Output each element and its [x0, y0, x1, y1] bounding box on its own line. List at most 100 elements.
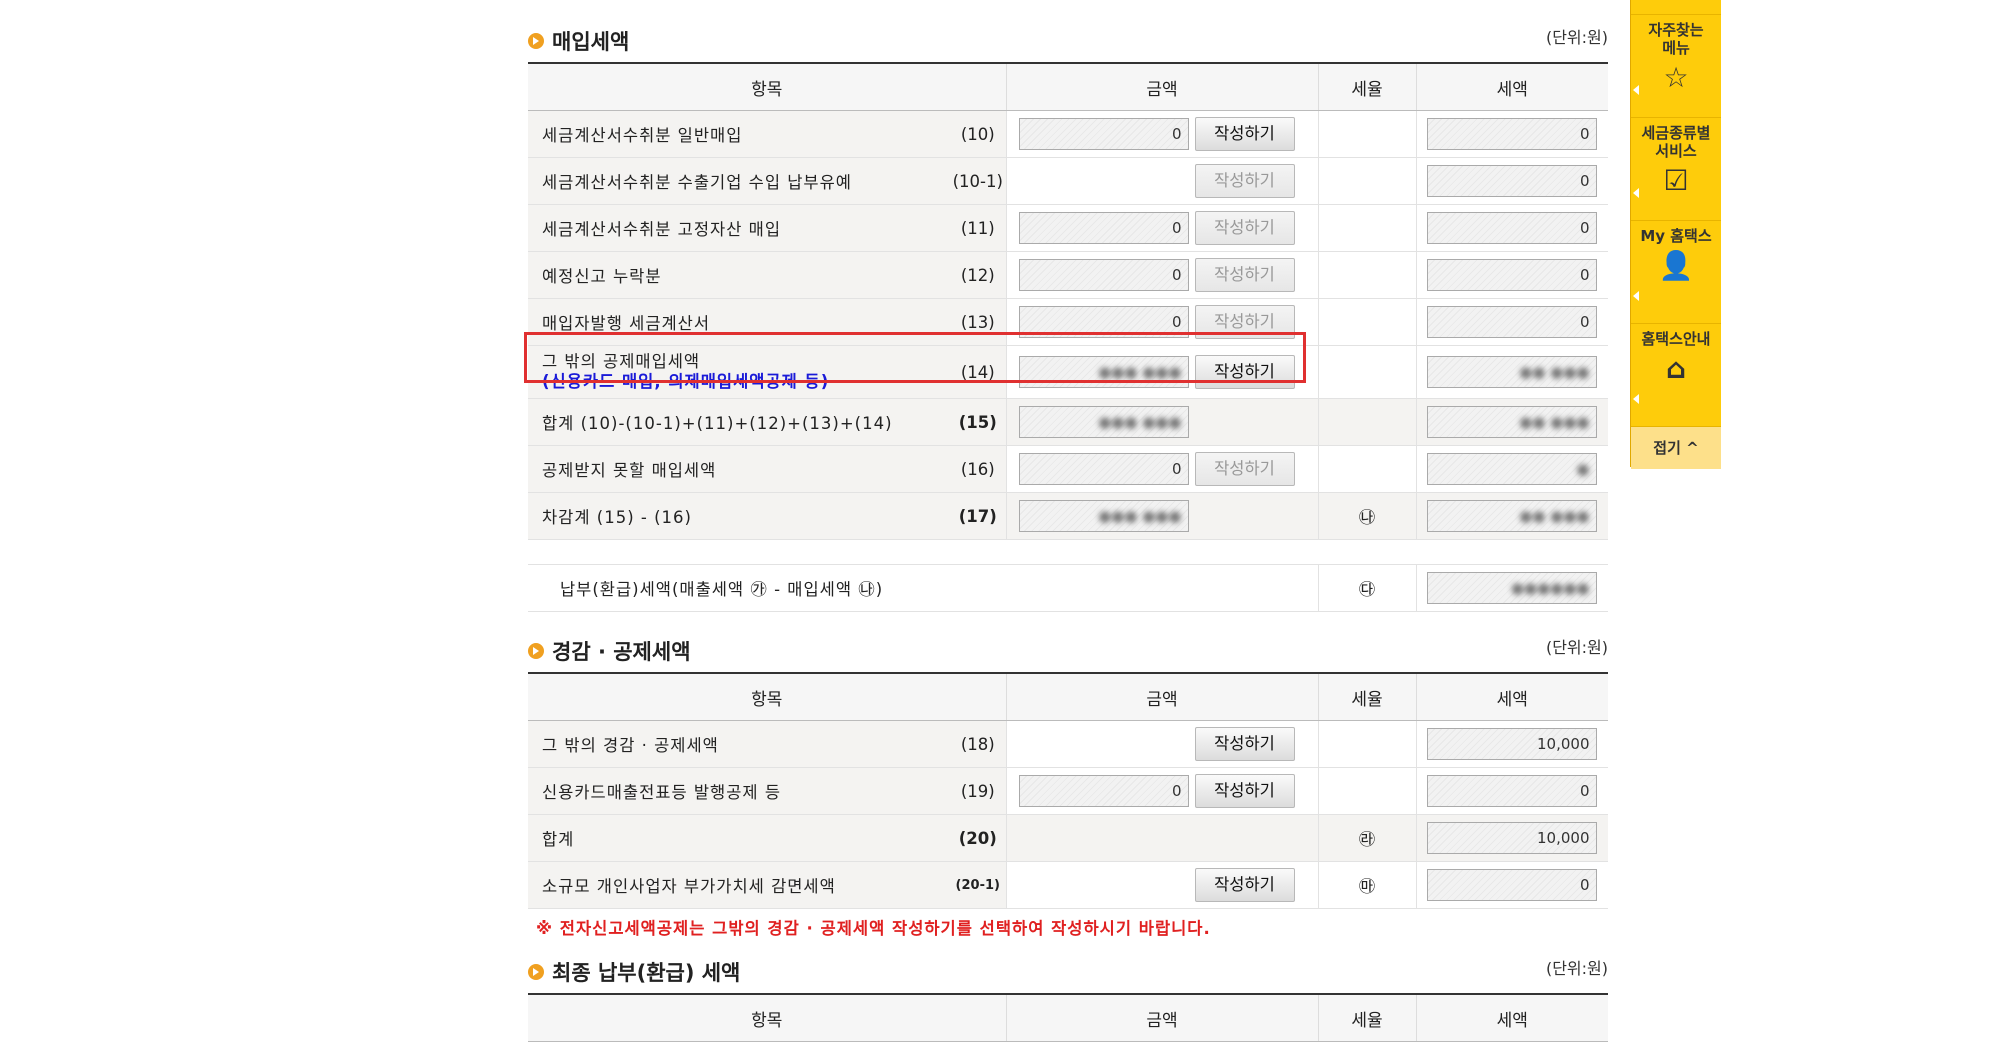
bullet-icon	[528, 964, 544, 980]
person-icon: 👤	[1658, 249, 1694, 282]
write-button[interactable]: 작성하기	[1194, 355, 1295, 389]
row-number: (11)	[950, 204, 1006, 252]
unit-label: (단위:원)	[1545, 28, 1608, 47]
amount-field[interactable]: 0	[1018, 775, 1189, 807]
bullet-icon	[528, 33, 544, 49]
row-label: 예정신고 누락분	[528, 251, 950, 299]
header-rate: 세율	[1317, 63, 1416, 111]
sidebar-item-tax-services[interactable]: 세금종류별 서비스 ☑	[1631, 118, 1721, 221]
quick-menu-sidebar: 자주찾는 메뉴 ☆ 세금종류별 서비스 ☑ My 홈택스 👤 홈택스안내 ⌂ 접…	[1630, 0, 1721, 469]
row-label: 합계	[528, 814, 950, 862]
table-row: 매입자발행 세금계산서 (13) 0 작성하기 0	[528, 298, 1608, 346]
tax-field[interactable]: 0	[1426, 259, 1597, 291]
rate-cell	[1317, 298, 1416, 346]
rate-cell	[1317, 767, 1416, 815]
row-label: 차감계 (15) - (16)	[528, 492, 950, 540]
amount-field[interactable]: ●●● ●●●	[1018, 356, 1189, 388]
section-header-final: 최종 납부(환급) 세액 (단위:원)	[528, 953, 1608, 987]
tax-field[interactable]: 0	[1426, 775, 1597, 807]
tax-field[interactable]: ●● ●●●	[1426, 356, 1597, 388]
row-label: 세금계산서수취분 고정자산 매입	[528, 204, 950, 252]
tax-field[interactable]: 0	[1426, 165, 1597, 197]
table-row: 세금계산서수취분 수출기업 수입 납부유예 (10-1) 작성하기 0	[528, 157, 1608, 205]
sidebar-item-hometax-guide[interactable]: 홈택스안내 ⌂	[1631, 324, 1721, 427]
final-tax-table: 항목 금액 세율 세액	[528, 993, 1608, 1042]
header-amount: 금액	[1005, 63, 1318, 111]
table-row-other-deduction: 그 밖의 공제매입세액 (신용카드 매입, 의제매입세액공제 등) (14) ●…	[528, 345, 1608, 399]
header-rate: 세율	[1317, 994, 1416, 1042]
fold-button[interactable]: 접기 ^	[1631, 427, 1721, 469]
table-row: 그 밖의 경감 · 공제세액 (18) 작성하기 10,000	[528, 720, 1608, 768]
header-rate: 세율	[1317, 673, 1416, 721]
section-header-reduction: 경감 · 공제세액 (단위:원)	[528, 632, 1608, 666]
write-button[interactable]: 작성하기	[1194, 258, 1295, 292]
rate-cell	[1317, 204, 1416, 252]
row-label: 매입자발행 세금계산서	[528, 298, 950, 346]
main-content: 매입세액 (단위:원) 항목 금액 세율 세액 세금계산서수취분 일반매입 (1…	[528, 0, 1608, 1042]
header-tax: 세액	[1415, 994, 1608, 1042]
write-button[interactable]: 작성하기	[1194, 211, 1295, 245]
tax-field[interactable]: ●	[1426, 453, 1597, 485]
header-amount: 금액	[1005, 673, 1318, 721]
row-number: (10)	[950, 110, 1006, 158]
write-button[interactable]: 작성하기	[1194, 117, 1295, 151]
table-row-total: 합계 (20) ㉱ 10,000	[528, 814, 1608, 862]
amount-field[interactable]: 0	[1018, 212, 1189, 244]
write-button[interactable]: 작성하기	[1194, 868, 1295, 902]
rate-cell	[1317, 110, 1416, 158]
rate-marker: ㉯	[1317, 492, 1416, 540]
amount-field[interactable]: 0	[1018, 306, 1189, 338]
tax-field[interactable]: 0	[1426, 306, 1597, 338]
table-row-net: 차감계 (15) - (16) (17) ●●● ●●● ㉯ ●● ●●●	[528, 492, 1608, 540]
write-button[interactable]: 작성하기	[1194, 727, 1295, 761]
write-button[interactable]: 작성하기	[1194, 452, 1295, 486]
rate-marker: ㉱	[1317, 814, 1416, 862]
row-number: (12)	[950, 251, 1006, 299]
header-tax: 세액	[1415, 63, 1608, 111]
row-label: 신용카드매출전표등 발행공제 등	[528, 767, 950, 815]
home-icon: ⌂	[1665, 352, 1687, 385]
tax-field[interactable]: 0	[1426, 118, 1597, 150]
tax-field[interactable]: 10,000	[1426, 728, 1597, 760]
row-sublabel: (신용카드 매입, 의제매입세액공제 등)	[542, 372, 830, 391]
row-label: 그 밖의 공제매입세액	[542, 352, 701, 371]
row-number: (13)	[950, 298, 1006, 346]
section-title: 최종 납부(환급) 세액	[552, 961, 741, 985]
table-row: 소규모 개인사업자 부가가치세 감면세액 (20-1) 작성하기 ㉲ 0	[528, 861, 1608, 909]
section-title: 경감 · 공제세액	[552, 640, 691, 664]
row-number: (19)	[950, 767, 1006, 815]
amount-field: ●●● ●●●	[1018, 500, 1189, 532]
tax-field[interactable]: 0	[1426, 869, 1597, 901]
rate-cell	[1317, 398, 1416, 446]
arrow-left-icon	[1633, 291, 1639, 301]
row-number: (10-1)	[950, 157, 1006, 205]
table-row: 공제받지 못할 매입세액 (16) 0 작성하기 ●	[528, 445, 1608, 493]
header-amount: 금액	[1005, 994, 1318, 1042]
amount-field: ●●● ●●●	[1018, 406, 1189, 438]
amount-field[interactable]: 0	[1018, 118, 1189, 150]
sidebar-item-favorites[interactable]: 자주찾는 메뉴 ☆	[1631, 15, 1721, 118]
write-button[interactable]: 작성하기	[1194, 305, 1295, 339]
table-row: 세금계산서수취분 일반매입 (10) 0 작성하기 0	[528, 110, 1608, 158]
sidebar-item-my-hometax[interactable]: My 홈택스 👤	[1631, 221, 1721, 324]
bullet-icon	[528, 643, 544, 659]
amount-field[interactable]: 0	[1018, 453, 1189, 485]
rate-marker: ㉲	[1317, 861, 1416, 909]
row-number: (14)	[950, 345, 1006, 399]
rate-cell	[1317, 720, 1416, 768]
arrow-left-icon	[1633, 85, 1639, 95]
tax-field[interactable]: 0	[1426, 212, 1597, 244]
table-row: 세금계산서수취분 고정자산 매입 (11) 0 작성하기 0	[528, 204, 1608, 252]
row-number: (17)	[950, 492, 1006, 540]
arrow-left-icon	[1633, 188, 1639, 198]
amount-field[interactable]: 0	[1018, 259, 1189, 291]
header-item: 항목	[528, 994, 1006, 1042]
header-item: 항목	[528, 673, 1006, 721]
checkbox-icon: ☑	[1663, 164, 1689, 197]
write-button[interactable]: 작성하기	[1194, 164, 1295, 198]
header-tax: 세액	[1415, 673, 1608, 721]
purchase-tax-table: 항목 금액 세율 세액 세금계산서수취분 일반매입 (10) 0 작성하기 0 세…	[528, 62, 1608, 612]
row-label: 합계 (10)-(10-1)+(11)+(12)+(13)+(14)	[528, 398, 950, 446]
rate-marker: ㉰	[1317, 564, 1416, 612]
write-button[interactable]: 작성하기	[1194, 774, 1295, 808]
